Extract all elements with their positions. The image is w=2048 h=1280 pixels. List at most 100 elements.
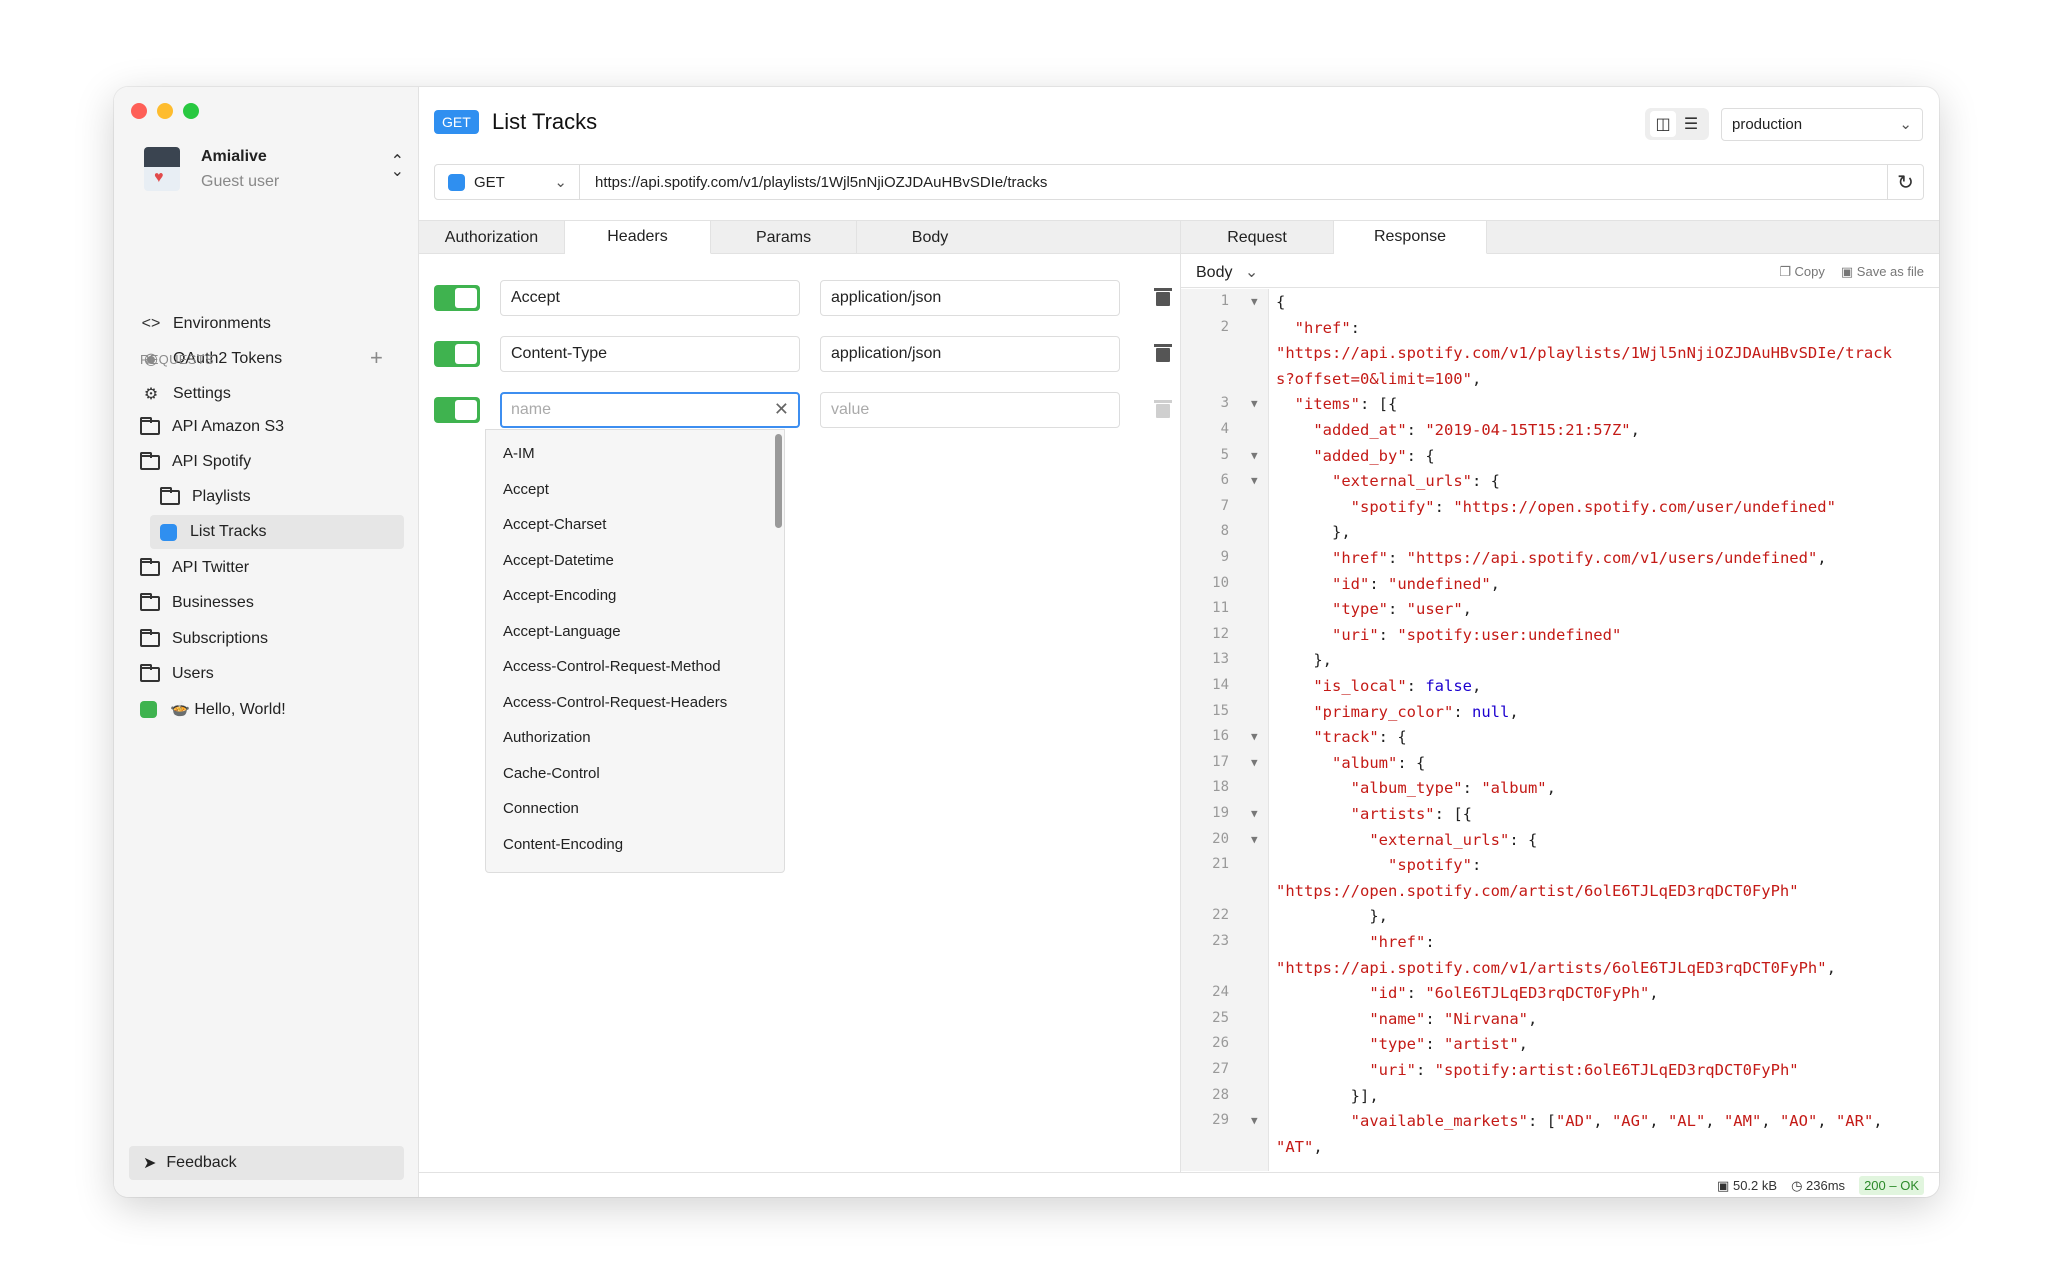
copy-button[interactable]: ❐ Copy — [1779, 264, 1825, 280]
line-number: 17 — [1212, 753, 1229, 770]
suggestion-option[interactable]: Access-Control-Request-Method — [486, 649, 784, 685]
tree-request-hello-world[interactable]: 🍲 Hello, World! — [140, 692, 405, 726]
fold-toggle-icon[interactable]: ▼ — [1251, 1114, 1258, 1127]
code-line: "spotify": — [1387, 856, 1482, 875]
code-line: "href": — [1369, 933, 1435, 951]
code-line: }, — [1276, 651, 1332, 670]
tree-label: Playlists — [192, 488, 251, 505]
response-code-viewer[interactable]: 1 ▼ {2 "href": "https://api.spotify.com/v1/… — [1181, 289, 1939, 1171]
code-line: "is_local": false, — [1313, 677, 1482, 695]
fold-toggle-icon[interactable]: ▼ — [1251, 807, 1258, 820]
app-window: Amialive Guest user ⌃⌄ <> Environments ◉… — [114, 87, 1939, 1197]
response-time: ◷ 236ms — [1791, 1178, 1845, 1194]
line-number: 3 — [1220, 395, 1229, 412]
tree-folder-api-twitter[interactable]: API Twitter — [140, 551, 405, 585]
header-name-field[interactable]: Content-Type — [500, 336, 800, 372]
line-number: 24 — [1212, 984, 1229, 1001]
new-header-name-input[interactable]: name ✕ — [500, 392, 800, 428]
folder-icon — [140, 592, 160, 611]
body-format-select[interactable]: Body ⌄ — [1196, 262, 1258, 282]
user-switcher[interactable]: Amialive Guest user ⌃⌄ — [144, 139, 404, 199]
tab-response[interactable]: Response — [1334, 221, 1487, 254]
suggestion-option[interactable]: Accept — [486, 472, 784, 508]
tree-folder-playlists[interactable]: Playlists — [152, 480, 405, 514]
split-view-icon[interactable]: ◫ — [1650, 111, 1676, 137]
main-panel: GET List Tracks ◫ ☰ production ⌄ GET ⌄ h… — [419, 87, 1939, 1197]
tab-params[interactable]: Params — [711, 221, 857, 254]
close-window-button[interactable] — [131, 103, 147, 119]
suggestion-option[interactable]: A-IM — [486, 436, 784, 472]
code-line: "href": — [1294, 318, 1361, 337]
line-number: 28 — [1212, 1086, 1229, 1103]
nav-environments[interactable]: <> Environments — [140, 307, 271, 341]
tree-request-list-tracks[interactable]: List Tracks — [150, 515, 404, 549]
suggestion-option[interactable]: Accept-Charset — [486, 507, 784, 543]
tree-folder-users[interactable]: Users — [140, 657, 405, 691]
nav-label: Environments — [173, 315, 271, 332]
suggestion-option[interactable]: Accept-Datetime — [486, 543, 784, 579]
fold-toggle-icon[interactable]: ▼ — [1251, 295, 1258, 308]
page-title: List Tracks — [492, 109, 598, 134]
tree-folder-api-spotify[interactable]: API Spotify — [140, 445, 405, 479]
minimize-window-button[interactable] — [157, 103, 173, 119]
code-line: "track": { — [1313, 728, 1407, 747]
tree-folder-api-amazon-s3[interactable]: API Amazon S3 — [140, 410, 405, 444]
header-value-field[interactable]: application/json — [820, 280, 1120, 316]
close-icon[interactable]: ✕ — [774, 399, 789, 420]
code-line: "id": "6olE6TJLqED3rqDCT0FyPh", — [1369, 984, 1659, 1003]
header-enabled-toggle[interactable] — [434, 285, 480, 311]
code-line: "album": { — [1332, 753, 1426, 772]
tab-request[interactable]: Request — [1181, 221, 1334, 254]
trash-icon[interactable] — [1154, 288, 1172, 306]
code-brackets-icon: <> — [141, 315, 161, 332]
tree-folder-businesses[interactable]: Businesses — [140, 586, 405, 620]
fold-toggle-icon[interactable]: ▼ — [1251, 730, 1258, 743]
tab-body[interactable]: Body — [857, 221, 1003, 254]
nav-settings[interactable]: ⚙ Settings — [140, 377, 231, 411]
folder-icon — [140, 557, 160, 576]
header-enabled-toggle[interactable] — [434, 341, 480, 367]
fold-toggle-icon[interactable]: ▼ — [1251, 397, 1258, 410]
tree-folder-subscriptions[interactable]: Subscriptions — [140, 622, 405, 656]
maximize-window-button[interactable] — [183, 103, 199, 119]
code-line: "https://api.spotify.com/v1/playlists/1W… — [1276, 344, 1892, 363]
time-value: 236ms — [1806, 1177, 1846, 1193]
fold-toggle-icon[interactable]: ▼ — [1251, 756, 1258, 769]
line-number: 20 — [1212, 830, 1229, 847]
chevron-up-down-icon[interactable]: ⌃ ⌄ — [391, 154, 404, 180]
new-header-value-input[interactable]: value — [820, 392, 1120, 428]
fold-toggle-icon[interactable]: ▼ — [1251, 833, 1258, 846]
chevron-down-icon: ⌄ — [1244, 264, 1259, 281]
suggestion-option[interactable]: Accept-Encoding — [486, 578, 784, 614]
header-value-field[interactable]: application/json — [820, 336, 1120, 372]
stacked-view-icon[interactable]: ☰ — [1678, 111, 1704, 137]
line-number: 21 — [1212, 856, 1229, 873]
fold-toggle-icon[interactable]: ▼ — [1251, 474, 1258, 487]
trash-icon[interactable] — [1154, 344, 1172, 362]
method-select[interactable]: GET ⌄ — [435, 165, 580, 199]
feedback-button[interactable]: ➤ Feedback — [129, 1146, 404, 1180]
line-number: 5 — [1220, 446, 1229, 463]
line-number: 23 — [1212, 933, 1229, 949]
chevron-down-icon: ⌄ — [1899, 116, 1912, 133]
url-input[interactable]: https://api.spotify.com/v1/playlists/1Wj… — [595, 165, 1047, 199]
suggestion-option[interactable]: Connection — [486, 791, 784, 827]
environment-select[interactable]: production ⌄ — [1721, 108, 1923, 141]
tree-label: Businesses — [172, 594, 254, 611]
suggestion-option[interactable]: Content-Encoding — [486, 827, 784, 863]
trash-icon — [1154, 400, 1172, 418]
fold-toggle-icon[interactable]: ▼ — [1251, 449, 1258, 462]
header-name-field[interactable]: Accept — [500, 280, 800, 316]
tab-authorization[interactable]: Authorization — [419, 221, 565, 254]
save-as-file-button[interactable]: ▣ Save as file — [1841, 264, 1924, 280]
tab-headers[interactable]: Headers — [565, 221, 711, 254]
suggestion-option[interactable]: Cache-Control — [486, 756, 784, 792]
line-number: 1 — [1220, 293, 1229, 309]
dropdown-scrollbar[interactable] — [775, 434, 782, 528]
suggestion-option[interactable]: Access-Control-Request-Headers — [486, 685, 784, 721]
add-request-icon[interactable]: + — [370, 345, 383, 371]
suggestion-option[interactable]: Authorization — [486, 720, 784, 756]
suggestion-option[interactable]: Accept-Language — [486, 614, 784, 650]
header-enabled-toggle[interactable] — [434, 397, 480, 423]
refresh-icon[interactable]: ↻ — [1887, 165, 1923, 199]
